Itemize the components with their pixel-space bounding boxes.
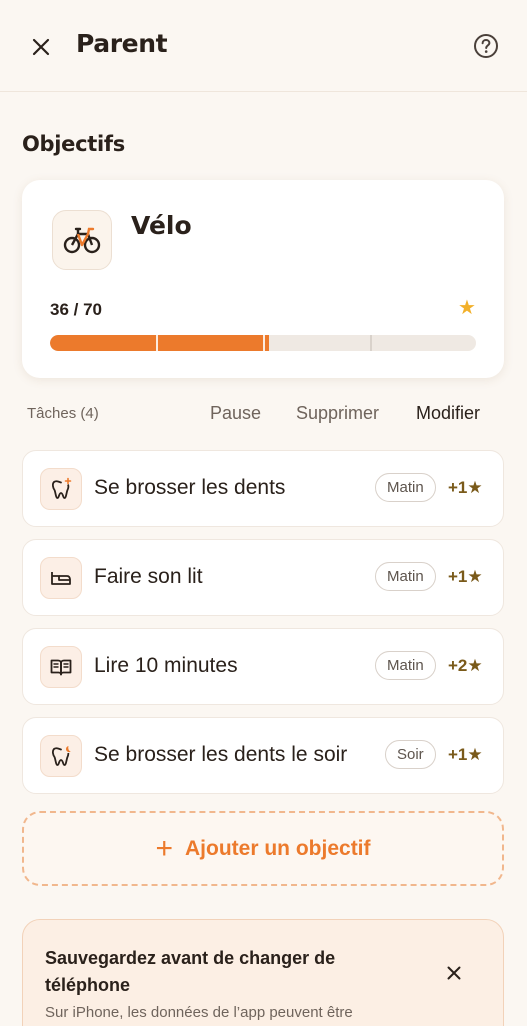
backup-title: Sauvegardez avant de changer de téléphon… bbox=[45, 948, 336, 995]
progress-tick bbox=[263, 335, 265, 351]
delete-button[interactable]: Supprimer bbox=[296, 403, 379, 424]
plus-icon: + bbox=[155, 831, 174, 865]
help-icon bbox=[474, 34, 498, 58]
star-icon: ★ bbox=[458, 297, 476, 319]
section-title: Objectifs bbox=[22, 132, 125, 156]
goal-progress-bar bbox=[50, 335, 476, 351]
book-icon bbox=[50, 659, 72, 676]
task-name: Se brosser les dents le soir bbox=[94, 743, 348, 766]
close-button[interactable] bbox=[24, 30, 58, 64]
task-item[interactable]: Se brosser les dents Matin +1★ bbox=[22, 450, 504, 527]
task-reward: +1★ bbox=[448, 745, 483, 764]
bed-icon bbox=[51, 572, 71, 585]
task-reward: +2★ bbox=[448, 656, 483, 675]
task-item[interactable]: Lire 10 minutes Matin +2★ bbox=[22, 628, 504, 705]
task-name: Faire son lit bbox=[94, 565, 203, 588]
progress-tick bbox=[156, 335, 158, 351]
page-title: Parent bbox=[76, 29, 168, 58]
edit-button[interactable]: Modifier bbox=[416, 403, 480, 424]
dismiss-banner-button[interactable] bbox=[441, 960, 467, 986]
progress-tick bbox=[370, 335, 372, 351]
task-time-tag: Matin bbox=[375, 651, 436, 680]
task-icon-box bbox=[40, 735, 82, 777]
goal-progress-fill bbox=[50, 335, 269, 351]
task-icon-box bbox=[40, 557, 82, 599]
task-name: Se brosser les dents bbox=[94, 476, 286, 499]
task-reward: +1★ bbox=[448, 567, 483, 586]
backup-text: Sur iPhone, les données de l’app peuvent… bbox=[45, 1004, 353, 1021]
add-goal-button[interactable]: + Ajouter un objectif bbox=[22, 811, 504, 886]
add-goal-label: Ajouter un objectif bbox=[185, 836, 371, 860]
app-header: Parent bbox=[0, 0, 527, 92]
task-time-tag: Soir bbox=[385, 740, 436, 769]
goal-progress-text: 36 / 70 bbox=[50, 300, 102, 319]
backup-banner: Sauvegardez avant de changer de téléphon… bbox=[22, 919, 504, 1026]
tasks-count-label: Tâches (4) bbox=[27, 405, 99, 422]
help-button[interactable] bbox=[470, 30, 502, 62]
task-item[interactable]: Faire son lit Matin +1★ bbox=[22, 539, 504, 616]
task-time-tag: Matin bbox=[375, 473, 436, 502]
task-reward: +1★ bbox=[448, 478, 483, 497]
pause-button[interactable]: Pause bbox=[210, 403, 261, 424]
task-icon-box bbox=[40, 646, 82, 688]
goal-icon-box bbox=[52, 210, 112, 270]
task-item[interactable]: Se brosser les dents le soir Soir +1★ bbox=[22, 717, 504, 794]
task-name: Lire 10 minutes bbox=[94, 654, 238, 677]
tooth-sparkle-icon bbox=[51, 477, 72, 499]
task-time-tag: Matin bbox=[375, 562, 436, 591]
bicycle-icon bbox=[63, 227, 101, 254]
tooth-moon-icon bbox=[51, 746, 71, 766]
task-icon-box bbox=[40, 468, 82, 510]
goal-name: Vélo bbox=[131, 211, 192, 240]
goal-card[interactable]: Vélo 36 / 70 ★ bbox=[22, 180, 504, 378]
close-icon bbox=[32, 38, 50, 56]
close-icon bbox=[447, 966, 461, 980]
